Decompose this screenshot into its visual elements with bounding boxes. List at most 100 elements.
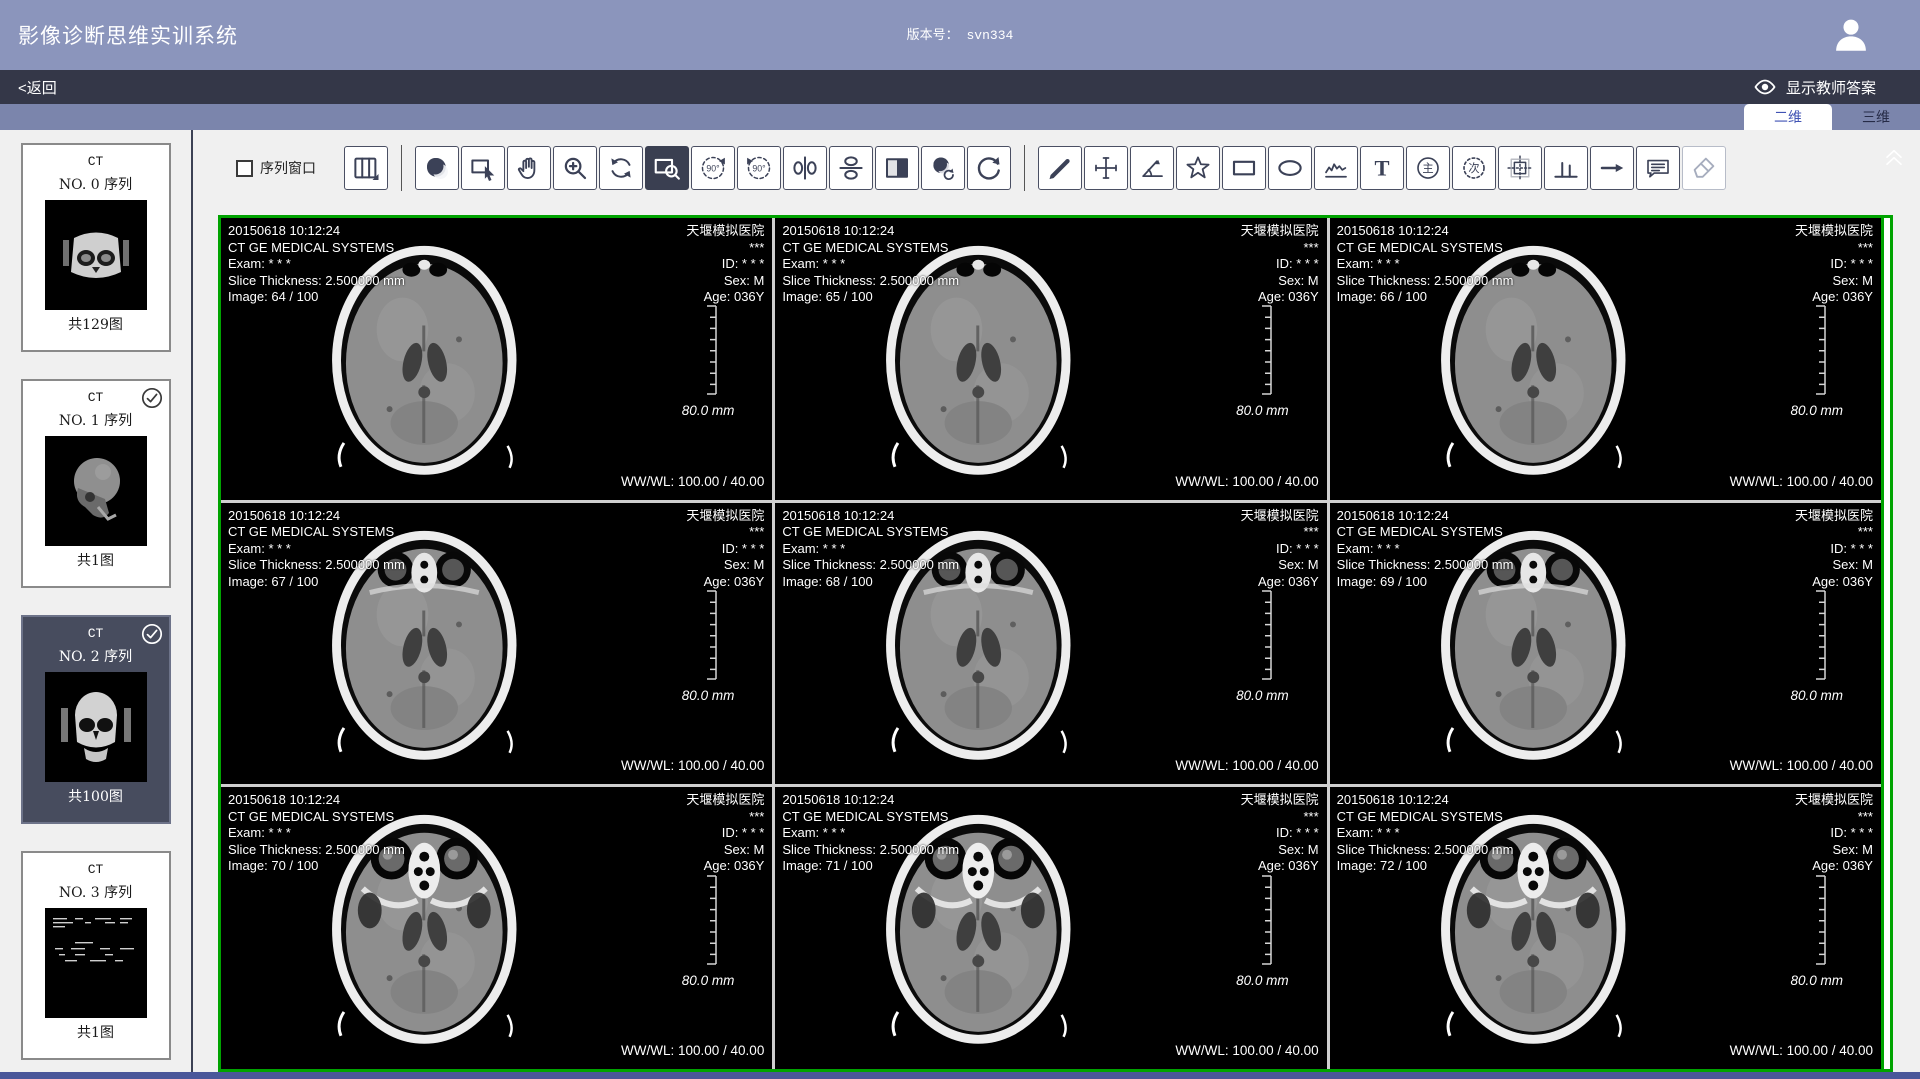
center-grid-tool-button[interactable] (1498, 146, 1542, 190)
text-annotation-tool-button[interactable]: T (1360, 146, 1404, 190)
overlay-datetime: 20150618 10:12:24 (782, 508, 959, 525)
app: 影像诊断思维实训系统 版本号： svn334 <返回 显示教师答案 二维 三维 … (0, 0, 1920, 1079)
pan-icon (514, 153, 544, 183)
viewport-cell-2[interactable]: 20150618 10:12:24 CT GE MEDICAL SYSTEMS … (1330, 218, 1881, 500)
series-window-label: 序列窗口 (260, 158, 316, 178)
window-level-icon (422, 153, 452, 183)
show-teacher-answer-button[interactable]: 显示教师答案 (1753, 75, 1876, 99)
star-polygon-tool-button[interactable] (1176, 146, 1220, 190)
pan-tool-button[interactable] (507, 146, 551, 190)
tab-2d[interactable]: 二维 (1744, 104, 1832, 130)
angle-tool-button[interactable] (1130, 146, 1174, 190)
overlay-age: Age: 036Y (686, 289, 764, 306)
series-card-2[interactable]: CT NO. 2 序列 共100图 (21, 615, 171, 824)
overlay-stars: *** (1795, 524, 1873, 541)
rotate-left-90-tool-button[interactable]: 90° (691, 146, 735, 190)
overlay-exam: Exam: * * * (1337, 825, 1514, 842)
overlay-datetime: 20150618 10:12:24 (782, 792, 959, 809)
series-name: NO. 0 序列 (23, 174, 169, 194)
app-title: 影像诊断思维实训系统 (18, 20, 238, 50)
viewport-cell-6[interactable]: 20150618 10:12:24 CT GE MEDICAL SYSTEMS … (221, 787, 772, 1069)
overlay-stars: *** (1795, 809, 1873, 826)
select-icon (468, 153, 498, 183)
select-tool-button[interactable] (461, 146, 505, 190)
series-card-0[interactable]: CT NO. 0 序列 共129图 (21, 143, 171, 352)
text-icon: T (1367, 153, 1397, 183)
invert-tool-button[interactable] (875, 146, 919, 190)
overlay-age: Age: 036Y (1795, 574, 1873, 591)
scale-ruler-icon (1258, 590, 1273, 680)
scale-label: 80.0 mm (1236, 403, 1289, 418)
series-card-1[interactable]: CT NO. 1 序列 共1图 (21, 379, 171, 588)
overlay-top-left: 20150618 10:12:24 CT GE MEDICAL SYSTEMS … (228, 792, 405, 875)
toolbar: 序列窗口 90° 90° T主次 (236, 144, 1726, 192)
series-thumbnail (45, 200, 147, 310)
ellipse-tool-button[interactable] (1268, 146, 1312, 190)
overlay-top-right: 天堰模拟医院 *** ID: * * * Sex: M Age: 036Y (1795, 508, 1873, 591)
viewport-cell-3[interactable]: 20150618 10:12:24 CT GE MEDICAL SYSTEMS … (221, 503, 772, 785)
curve-tool-button[interactable] (1314, 146, 1358, 190)
crosshair-tool-button[interactable] (1084, 146, 1128, 190)
viewport-cell-8[interactable]: 20150618 10:12:24 CT GE MEDICAL SYSTEMS … (1330, 787, 1881, 1069)
flip-horizontal-tool-button[interactable] (783, 146, 827, 190)
overlay-sex: Sex: M (1241, 557, 1319, 574)
overlay-device: CT GE MEDICAL SYSTEMS (782, 524, 959, 541)
overlay-stars: *** (1795, 240, 1873, 257)
checkbox-box[interactable] (236, 160, 253, 177)
viewport-cell-0[interactable]: 20150618 10:12:24 CT GE MEDICAL SYSTEMS … (221, 218, 772, 500)
collapse-toolbar-icon[interactable] (1880, 142, 1908, 170)
overlay-thickness: Slice Thickness: 2.500000 mm (782, 273, 959, 290)
svg-text:90°: 90° (752, 163, 765, 173)
viewport-cell-1[interactable]: 20150618 10:12:24 CT GE MEDICAL SYSTEMS … (775, 218, 1326, 500)
window-level-tool-button[interactable] (415, 146, 459, 190)
overlay-exam: Exam: * * * (228, 541, 405, 558)
tab-3d[interactable]: 三维 (1832, 104, 1920, 130)
overlay-hospital: 天堰模拟医院 (1241, 792, 1319, 809)
viewport-cell-5[interactable]: 20150618 10:12:24 CT GE MEDICAL SYSTEMS … (1330, 503, 1881, 785)
flip-vertical-tool-button[interactable] (829, 146, 873, 190)
scale-ruler-icon (703, 305, 718, 395)
series-card-3[interactable]: CT NO. 3 序列 共1图 (21, 851, 171, 1060)
secondary-mark-tool-button[interactable]: 次 (1452, 146, 1496, 190)
layout-tool-button[interactable] (344, 146, 388, 190)
overlay-top-left: 20150618 10:12:24 CT GE MEDICAL SYSTEMS … (1337, 792, 1514, 875)
content-area: CT NO. 0 序列 共129图 CT NO. 1 序列 共1图 CT NO.… (0, 130, 1920, 1072)
rotate-right-90-tool-button[interactable]: 90° (737, 146, 781, 190)
overlay-age: Age: 036Y (1241, 289, 1319, 306)
region-zoom-icon (652, 153, 682, 183)
overlay-id: ID: * * * (686, 825, 764, 842)
main-mark-tool-button[interactable]: 主 (1406, 146, 1450, 190)
zoom-in-tool-button[interactable] (553, 146, 597, 190)
series-name: NO. 2 序列 (23, 646, 169, 666)
comment-tool-button[interactable] (1636, 146, 1680, 190)
window-reset-tool-button[interactable] (921, 146, 965, 190)
check-icon (140, 622, 164, 646)
back-button[interactable]: <返回 (18, 77, 57, 98)
eye-icon (1753, 75, 1777, 99)
arrow-tool-button[interactable] (1590, 146, 1634, 190)
series-count: 共129图 (23, 314, 169, 334)
rectangle-tool-button[interactable] (1222, 146, 1266, 190)
overlay-image-index: Image: 66 / 100 (1337, 289, 1514, 306)
overlay-sex: Sex: M (686, 273, 764, 290)
profile-tool-button[interactable] (1544, 146, 1588, 190)
reset-tool-button[interactable] (967, 146, 1011, 190)
overlay-device: CT GE MEDICAL SYSTEMS (1337, 240, 1514, 257)
overlay-top-left: 20150618 10:12:24 CT GE MEDICAL SYSTEMS … (1337, 223, 1514, 306)
viewport-cell-7[interactable]: 20150618 10:12:24 CT GE MEDICAL SYSTEMS … (775, 787, 1326, 1069)
overlay-exam: Exam: * * * (782, 825, 959, 842)
grid-scrollbar[interactable] (1881, 218, 1890, 1069)
rotate-tool-button[interactable] (599, 146, 643, 190)
region-zoom-tool-button[interactable] (645, 146, 689, 190)
show-teacher-answer-label: 显示教师答案 (1786, 77, 1876, 98)
user-avatar-icon[interactable] (1830, 14, 1872, 56)
curve-icon (1321, 153, 1351, 183)
overlay-top-left: 20150618 10:12:24 CT GE MEDICAL SYSTEMS … (228, 508, 405, 591)
series-window-checkbox[interactable]: 序列窗口 (236, 158, 316, 178)
viewport-cell-4[interactable]: 20150618 10:12:24 CT GE MEDICAL SYSTEMS … (775, 503, 1326, 785)
overlay-hospital: 天堰模拟医院 (686, 508, 764, 525)
overlay-top-right: 天堰模拟医院 *** ID: * * * Sex: M Age: 036Y (1795, 792, 1873, 875)
line-tool-button[interactable] (1038, 146, 1082, 190)
overlay-image-index: Image: 64 / 100 (228, 289, 405, 306)
window-level-label: WW/WL: 100.00 / 40.00 (1730, 758, 1873, 773)
